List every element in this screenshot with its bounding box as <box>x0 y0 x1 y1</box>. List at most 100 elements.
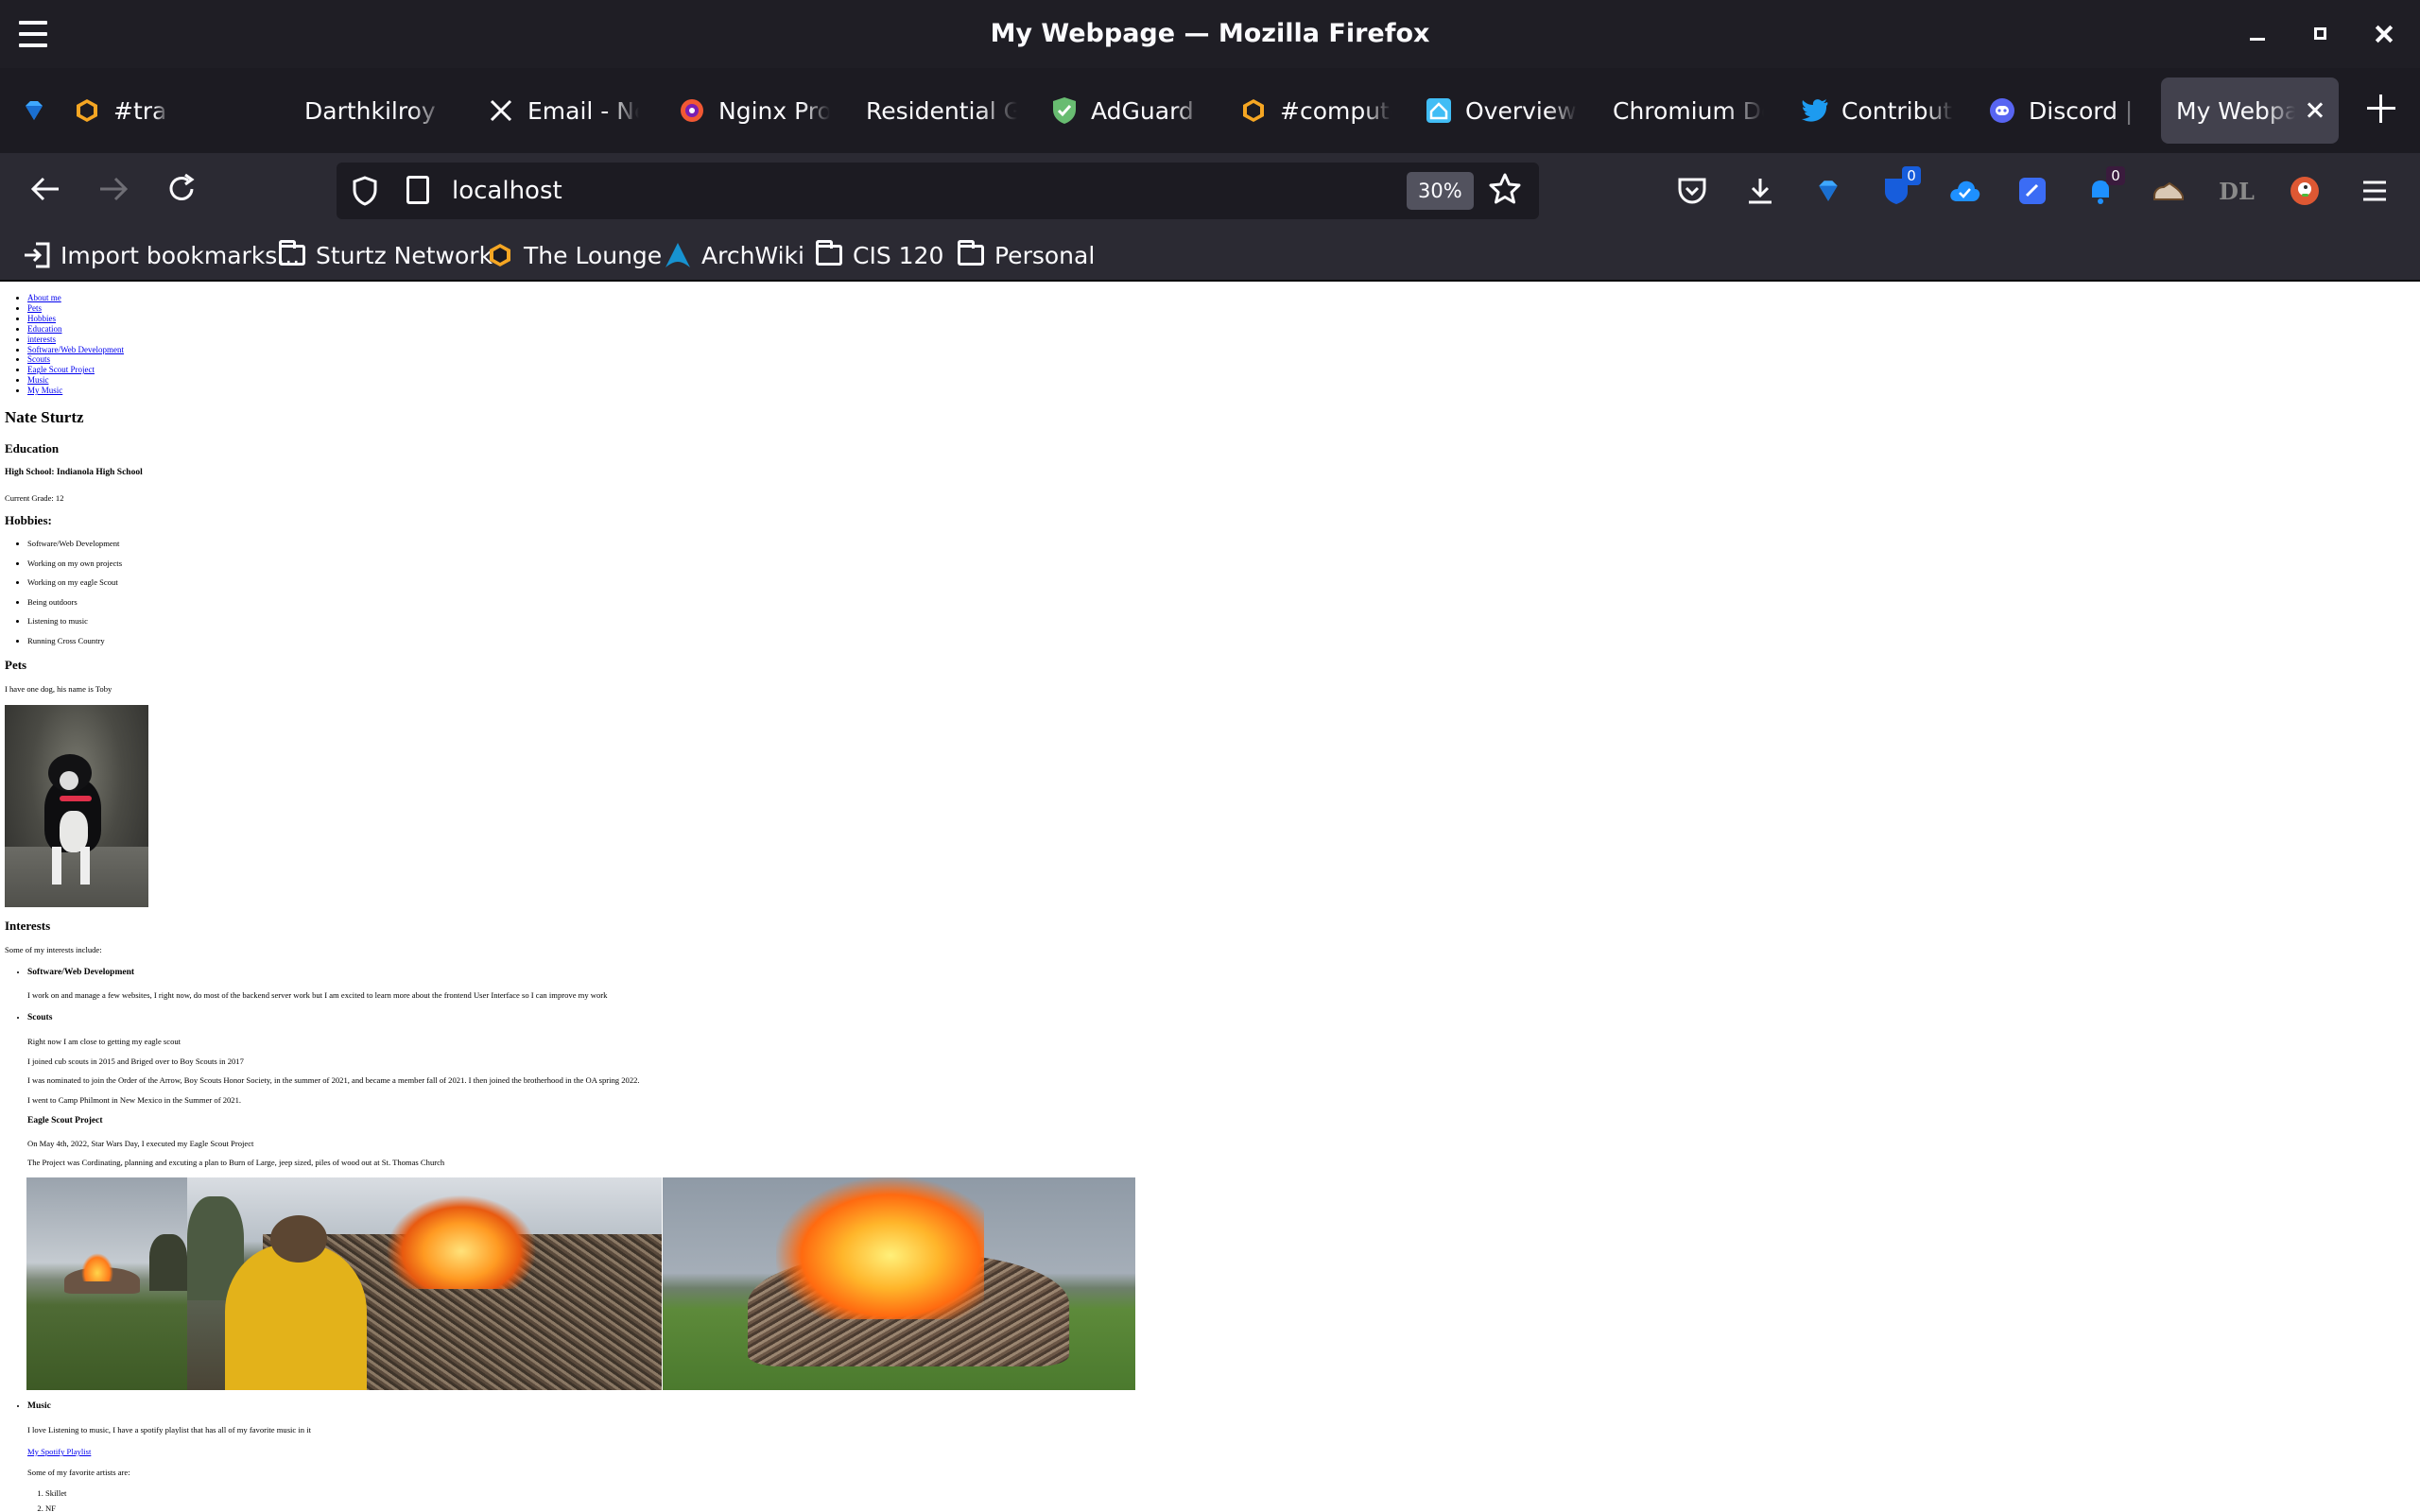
bookmark-the-lounge[interactable]: The Lounge <box>486 236 662 274</box>
music-heading: Music <box>27 1401 51 1421</box>
hobbies-heading: Hobbies: <box>5 513 52 527</box>
page-title: Nate Sturtz <box>5 408 84 426</box>
diamond-extension-icon <box>21 97 47 124</box>
page-info-icon[interactable] <box>406 176 429 204</box>
nav-link-software[interactable]: Software/Web Development <box>27 345 124 354</box>
sneaker-extension-icon[interactable] <box>2152 174 2186 208</box>
tab-computer[interactable]: #computer <box>1240 77 1392 144</box>
artist-item: Skillet <box>45 1486 66 1501</box>
downloads-icon[interactable] <box>1743 174 1777 208</box>
bookmark-cis-120[interactable]: CIS 120 <box>815 236 943 274</box>
folder-icon <box>957 240 985 267</box>
interests-intro: Some of my interests include: <box>5 945 102 954</box>
window-title: My Webpage — Mozilla Firefox <box>990 19 1430 48</box>
tab-nginx-proxy[interactable]: Nginx Prox <box>679 77 830 144</box>
page-content: About me Pets Hobbies Education interest… <box>0 284 2420 1512</box>
list-item: Listening to music <box>27 616 122 636</box>
notification-extension-icon[interactable]: 0 <box>2083 166 2125 208</box>
tab-chromium-docs[interactable]: Chromium Doc <box>1613 77 1764 144</box>
interests-music-item: Music <box>27 1401 51 1421</box>
nav-link-scouts[interactable]: Scouts <box>27 354 50 364</box>
tab-strip: #transienc Darthkilroy | W Email - Ne Ng… <box>0 68 2420 153</box>
tab-label: Discord | # <box>2029 96 2140 125</box>
tab-my-webpage[interactable]: My Webpag <box>2161 77 2339 144</box>
url-bar[interactable]: localhost 30% <box>337 163 1539 219</box>
reload-button[interactable] <box>163 172 200 210</box>
nav-link-education[interactable]: Education <box>27 324 62 334</box>
duckduckgo-icon[interactable] <box>2288 174 2322 208</box>
tab-discord[interactable]: Discord | # <box>1989 77 2140 144</box>
firefox-menu-icon[interactable] <box>2358 174 2392 208</box>
scouts-line: Right now I am close to getting my eagle… <box>27 1037 182 1046</box>
bookmark-star-icon[interactable] <box>1488 172 1522 215</box>
bookmark-label: The Lounge <box>524 241 663 269</box>
nav-link-music[interactable]: Music <box>27 375 49 385</box>
hexagon-icon <box>74 97 100 124</box>
new-tab-button[interactable] <box>2363 91 2399 127</box>
home-assistant-icon <box>1426 97 1452 124</box>
tab-residential[interactable]: Residential Ga <box>866 77 1017 144</box>
artists-list: Skillet NF <box>45 1486 66 1512</box>
nav-item: Pets <box>27 303 124 314</box>
back-button[interactable] <box>26 172 64 210</box>
pinned-tab[interactable] <box>21 77 62 144</box>
nav-link-eagle-scout[interactable]: Eagle Scout Project <box>27 365 95 374</box>
tab-darthkilroy[interactable]: Darthkilroy | W <box>304 77 446 144</box>
nav-item: About me <box>27 293 124 303</box>
nginx-proxy-icon <box>679 97 705 124</box>
eagle-scout-heading: Eagle Scout Project <box>27 1116 103 1125</box>
minimize-button[interactable] <box>2240 17 2274 51</box>
tab-transienc[interactable]: #transienc <box>74 77 168 144</box>
close-tab-icon[interactable] <box>2305 100 2325 121</box>
tab-email[interactable]: Email - Ne <box>488 77 639 144</box>
eagle-project-photo-1 <box>26 1177 187 1390</box>
tab-contributor[interactable]: Contributor <box>1802 77 1953 144</box>
tracking-protection-shield-icon[interactable] <box>352 176 378 206</box>
list-item: Running Cross Country <box>27 636 122 656</box>
hobbies-list: Software/Web Development Working on my o… <box>27 539 122 656</box>
list-item: Working on my own projects <box>27 558 122 578</box>
tab-label: Nginx Prox <box>718 96 830 125</box>
bookmark-personal[interactable]: Personal <box>957 236 1095 274</box>
close-window-button[interactable] <box>2367 17 2401 51</box>
tab-overview[interactable]: Overview - <box>1426 77 1577 144</box>
bookmark-label: Import bookmarks... <box>60 241 301 269</box>
scouts-line: I joined cub scouts in 2015 and Briged o… <box>27 1057 244 1066</box>
pocket-icon[interactable] <box>1675 174 1709 208</box>
diamond-extension-icon[interactable] <box>1811 174 1845 208</box>
extension-badge: 0 <box>1902 166 1921 185</box>
interests-scouts-item: Scouts <box>27 1013 52 1033</box>
nav-link-interests[interactable]: interests <box>27 335 56 344</box>
eagle-project-photo-3 <box>663 1177 1135 1390</box>
bookmark-label: Sturtz Network <box>316 241 493 269</box>
zoom-level-button[interactable]: 30% <box>1407 172 1474 210</box>
link-extension-icon[interactable] <box>2015 174 2049 208</box>
nav-link-about-me[interactable]: About me <box>27 293 61 302</box>
spotify-playlist-link[interactable]: My Spotify Playlist <box>27 1447 91 1456</box>
tab-label: AdGuard H <box>1091 96 1202 125</box>
url-text[interactable]: localhost <box>452 163 562 219</box>
nav-link-my-music[interactable]: My Music <box>27 386 62 395</box>
list-item: Being outdoors <box>27 597 122 617</box>
tab-adguard[interactable]: AdGuard H <box>1051 77 1202 144</box>
school-text: High School: Indianola High School <box>5 468 143 477</box>
nav-item: Hobbies <box>27 314 124 324</box>
tab-label: Chromium Doc <box>1613 96 1764 125</box>
software-text: I work on and manage a few websites, I r… <box>27 990 608 1000</box>
bookmark-sturtz-network[interactable]: Sturtz Network <box>278 236 493 274</box>
maximize-button[interactable] <box>2303 17 2337 51</box>
bookmark-import[interactable]: Import bookmarks... <box>23 236 300 274</box>
nav-item: Scouts <box>27 354 124 365</box>
eagle-project-photo-2 <box>187 1177 662 1390</box>
bookmark-archwiki[interactable]: ArchWiki <box>664 236 804 274</box>
forward-button[interactable] <box>95 172 132 210</box>
nav-item: Software/Web Development <box>27 345 124 355</box>
dl-extension-icon[interactable]: DL <box>2219 174 2255 208</box>
scouts-line: I went to Camp Philmont in New Mexico in… <box>27 1095 242 1105</box>
interests-software-item: Software/Web Development <box>27 968 134 988</box>
nav-link-pets[interactable]: Pets <box>27 303 42 313</box>
bitwarden-extension-icon[interactable]: 0 <box>1879 166 1921 208</box>
cloud-extension-icon[interactable] <box>1947 174 1981 208</box>
nav-link-hobbies[interactable]: Hobbies <box>27 314 56 323</box>
nav-item: Music <box>27 375 124 386</box>
